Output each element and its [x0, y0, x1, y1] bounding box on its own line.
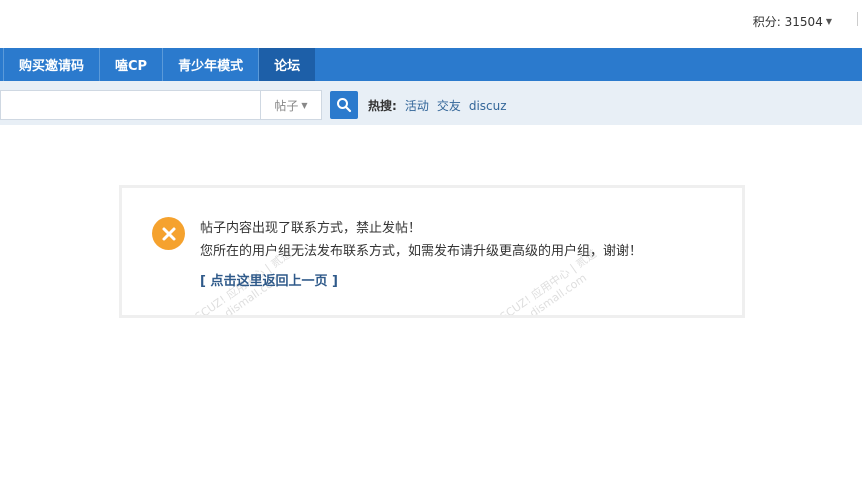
back-link[interactable]: [ 点击这里返回上一页 ] — [200, 270, 338, 289]
error-icon — [152, 217, 185, 250]
divider — [857, 12, 858, 26]
search-bar: 帖子 ▼ 热搜: 活动 交友 discuz — [0, 81, 862, 125]
nav-item-youth-mode[interactable]: 青少年模式 — [163, 48, 260, 81]
main-nav: 购买邀请码 嗑CP 青少年模式 论坛 — [0, 48, 862, 81]
hot-link[interactable]: 交友 — [437, 97, 461, 114]
search-icon — [337, 98, 352, 113]
top-bar: 积分: 31504 ▼ — [0, 0, 862, 40]
nav-item-label: 论坛 — [274, 59, 301, 74]
nav-item-label: 青少年模式 — [178, 59, 244, 74]
hot-link[interactable]: 活动 — [405, 97, 429, 114]
nav-item-label: 嗑CP — [115, 59, 148, 74]
nav-item-cp[interactable]: 嗑CP — [100, 48, 164, 81]
nav-item-buy-invite[interactable]: 购买邀请码 — [4, 48, 101, 81]
search-input[interactable] — [0, 90, 260, 120]
message-title: 帖子内容出现了联系方式，禁止发帖！ — [200, 221, 422, 236]
message-box: DISCUZ! 应用中心 | 贰道 addon.dismall.com DISC… — [119, 185, 745, 318]
hot-search-label: 热搜: — [368, 99, 397, 113]
nav-item-label: 购买邀请码 — [19, 59, 85, 74]
message-detail: 您所在的用户组无法发布联系方式，如需发布请升级更高级的用户组，谢谢！ — [200, 244, 643, 259]
hot-search: 热搜: 活动 交友 discuz — [368, 97, 515, 114]
search-button[interactable] — [330, 91, 358, 119]
search-type-label: 帖子 — [274, 98, 299, 113]
credits-menu[interactable]: 积分: 31504 ▼ — [753, 13, 832, 30]
hot-link[interactable]: discuz — [469, 99, 507, 113]
nav-item-forum[interactable]: 论坛 — [259, 48, 316, 81]
credits-label: 积分: 31504 — [752, 15, 823, 29]
chevron-down-icon: ▼ — [301, 100, 308, 110]
chevron-down-icon: ▼ — [825, 17, 832, 26]
watermark-line: addon.dismall.com — [496, 271, 590, 318]
search-type-select[interactable]: 帖子 ▼ — [260, 90, 322, 120]
